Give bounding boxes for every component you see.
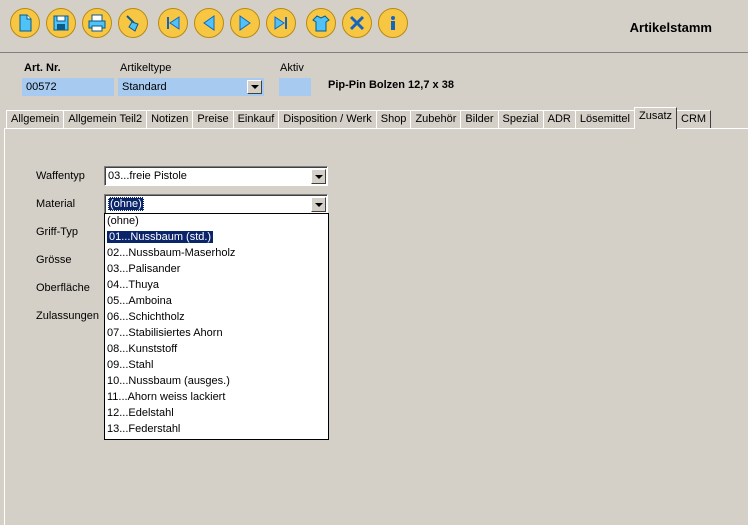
material-label: Material	[36, 198, 76, 210]
tab-disposition-werk[interactable]: Disposition / Werk	[278, 110, 377, 129]
list-item[interactable]: 10...Nussbaum (ausges.)	[105, 374, 328, 390]
toolbar: Artikelstamm	[0, 0, 748, 53]
waffentyp-combo[interactable]: 03...freie Pistole	[104, 166, 328, 186]
article-description: Pip-Pin Bolzen 12,7 x 38	[328, 79, 454, 91]
griff-typ-label: Griff-Typ	[36, 226, 78, 238]
oberflaeche-label: Oberfläche	[36, 282, 90, 294]
tab-crm[interactable]: CRM	[676, 110, 712, 129]
list-item[interactable]: 11...Ahorn weiss lackiert	[105, 390, 328, 406]
tab-bilder[interactable]: Bilder	[460, 110, 499, 129]
broom-icon	[126, 15, 139, 32]
chevron-down-icon	[314, 202, 323, 207]
save-button[interactable]	[46, 8, 76, 38]
tab-bar: Allgemein Allgemein Teil2 Notizen Preise…	[6, 107, 712, 129]
first-record-icon	[167, 16, 180, 30]
art-nr-label: Art. Nr.	[24, 62, 61, 74]
waffentyp-dropdown-button[interactable]	[311, 169, 326, 184]
tab-allgemein-teil2[interactable]: Allgemein Teil2	[63, 110, 148, 129]
list-item[interactable]: 08...Kunststoff	[105, 342, 328, 358]
artikeltype-value: Standard	[122, 81, 167, 93]
artikeltype-dropdown-button[interactable]	[247, 80, 262, 94]
aktiv-label: Aktiv	[280, 62, 304, 74]
first-record-button[interactable]	[158, 8, 188, 38]
art-nr-field[interactable]: 00572	[22, 78, 114, 96]
list-item[interactable]: 04...Thuya	[105, 278, 328, 294]
waffentyp-label: Waffentyp	[36, 170, 85, 182]
tab-preise[interactable]: Preise	[192, 110, 234, 129]
shirt-icon	[312, 15, 330, 32]
tab-zusatz[interactable]: Zusatz	[634, 107, 678, 129]
save-disk-icon	[53, 15, 69, 31]
zulassungen-label: Zulassungen	[36, 310, 99, 322]
previous-record-icon	[203, 15, 215, 31]
list-item[interactable]: 05...Amboina	[105, 294, 328, 310]
previous-record-button[interactable]	[194, 8, 224, 38]
tab-notizen[interactable]: Notizen	[146, 110, 194, 129]
tab-loesemittel[interactable]: Lösemittel	[574, 110, 635, 129]
app-title: Artikelstamm	[629, 20, 712, 35]
list-item[interactable]: 06...Schichtholz	[105, 310, 328, 326]
new-document-button[interactable]	[10, 8, 40, 38]
tab-spezial[interactable]: Spezial	[497, 110, 544, 129]
next-record-icon	[239, 15, 251, 31]
last-record-button[interactable]	[266, 8, 296, 38]
new-document-icon	[19, 14, 32, 32]
list-item[interactable]: 09...Stahl	[105, 358, 328, 374]
material-combo[interactable]: (ohne)	[104, 194, 328, 214]
close-button[interactable]	[342, 8, 372, 38]
clear-button[interactable]	[118, 8, 148, 38]
tab-allgemein[interactable]: Allgemein	[6, 110, 65, 129]
print-button[interactable]	[82, 8, 112, 38]
list-item[interactable]: 13...Federstahl	[105, 422, 328, 438]
groesse-label: Grösse	[36, 254, 72, 266]
waffentyp-value: 03...freie Pistole	[108, 170, 187, 182]
next-record-button[interactable]	[230, 8, 260, 38]
list-item[interactable]: 03...Palisander	[105, 262, 328, 278]
material-dropdown-list: (ohne) 01...Nussbaum (std.) 02...Nussbau…	[104, 213, 329, 440]
material-value: (ohne)	[108, 197, 144, 211]
close-x-icon	[349, 15, 365, 31]
list-item[interactable]: 07...Stabilisiertes Ahorn	[105, 326, 328, 342]
chevron-down-icon	[250, 85, 259, 89]
info-button[interactable]	[378, 8, 408, 38]
tab-adr[interactable]: ADR	[542, 110, 576, 129]
shirt-button[interactable]	[306, 8, 336, 38]
info-icon	[391, 16, 395, 30]
list-item[interactable]: (ohne)	[105, 214, 328, 230]
last-record-icon	[274, 16, 287, 30]
tab-einkauf[interactable]: Einkauf	[232, 110, 280, 129]
list-item[interactable]: 02...Nussbaum-Maserholz	[105, 246, 328, 262]
list-item[interactable]: 12...Edelstahl	[105, 406, 328, 422]
artikeltype-label: Artikeltype	[120, 62, 172, 74]
tab-shop[interactable]: Shop	[375, 110, 412, 129]
material-dropdown-button[interactable]	[311, 197, 326, 212]
list-item[interactable]: 01...Nussbaum (std.)	[105, 230, 328, 246]
article-header: Art. Nr. 00572 Artikeltype Standard Akti…	[0, 54, 748, 106]
chevron-down-icon	[314, 174, 323, 179]
printer-icon	[88, 14, 106, 32]
tab-zubehoer[interactable]: Zubehör	[410, 110, 462, 129]
artikeltype-combo[interactable]: Standard	[118, 78, 264, 96]
aktiv-field[interactable]	[279, 78, 311, 96]
